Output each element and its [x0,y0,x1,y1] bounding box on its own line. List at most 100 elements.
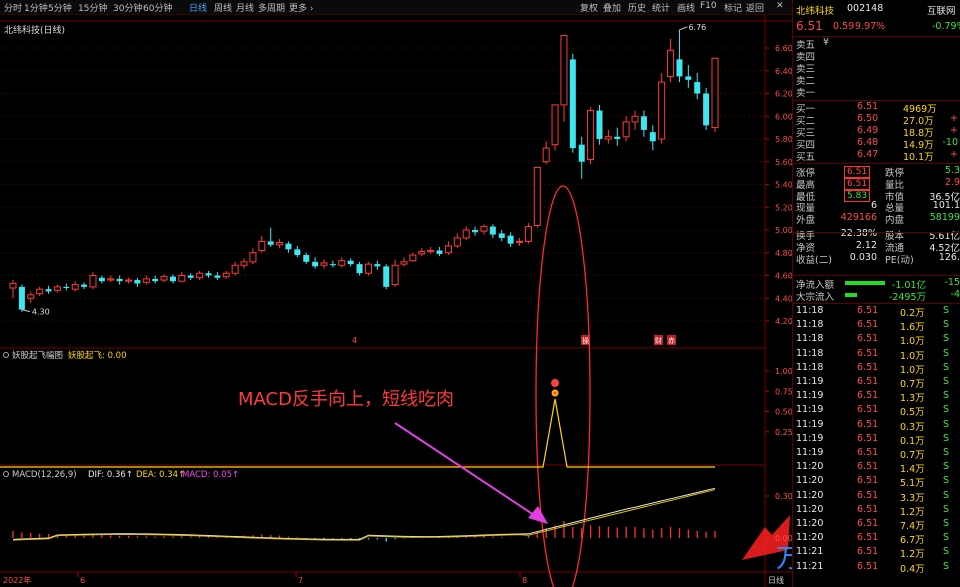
candle-body [480,226,488,232]
flow-tail: -15 [944,277,960,288]
tick-time: 11:19 [796,376,824,387]
tick-price: 6.51 [857,390,879,402]
stat-value-box: 5.83 [844,189,871,202]
period-tab-1[interactable]: 1分钟 [24,1,48,14]
toolbar-button-6[interactable]: 标记 [724,1,742,14]
bid-price: 6.48 [857,137,879,148]
candle-body [622,121,630,138]
candle-body [489,226,496,235]
toolbar-button-7[interactable]: 返回 [746,1,764,14]
tick-price: 6.51 [857,475,879,487]
indicator-tick-label: 0.25 [775,428,792,437]
period-tab-10[interactable]: 更多 › [289,1,313,14]
candle-body [258,240,266,251]
bid-change: + [950,125,958,136]
tick-time: 11:19 [796,418,824,430]
signal-icon [553,391,557,395]
period-tab-4[interactable]: 30分钟 [113,1,142,14]
candle-body [364,263,372,274]
candle-body [89,275,97,288]
candle-body [649,132,656,142]
period-tab-3[interactable]: 15分钟 [78,1,107,14]
macd-dif-line [12,487,716,540]
tick-time: 11:18 [796,305,824,316]
tick-side: S [943,432,950,444]
stat-value: 2.9 [944,176,960,188]
candle-body [36,288,44,295]
toolbar-button-0[interactable]: 复权 [580,1,598,14]
tick-price: 6.51 [857,404,879,416]
candle-body [214,275,221,278]
candle-body [18,286,25,310]
bid-change: + [950,113,958,124]
toolbar-button-4[interactable]: 画线 [677,1,695,14]
period-tab-9[interactable]: 多周期 [258,1,285,14]
settings-icon [3,352,9,358]
period-tab-2[interactable]: 5分钟 [48,1,72,14]
tick-volume: 6.7万 [900,535,925,547]
tick-side: S [943,475,950,487]
tick-volume: 0.1万 [900,435,925,447]
candle-body [240,261,248,266]
candle-body [667,49,675,77]
stat-label: 收益(二) [796,254,832,266]
tick-side: S [943,418,950,430]
indicator-tick-label: 0.50 [775,408,792,417]
period-tab-6[interactable]: 日线 [189,1,207,14]
candle-body [453,237,461,247]
candle-body [338,260,346,266]
candle-body [427,249,435,253]
tick-price: 6.51 [857,518,879,529]
stat-value: 22.38% [840,228,877,239]
tick-volume: 1.2万 [900,549,925,561]
annotation-arrow-head [528,506,548,524]
flow-bar [845,281,885,285]
tick-volume: 5.1万 [900,478,925,490]
candle-body [703,93,710,126]
x-axis-label: 2022年 [3,575,31,585]
tick-volume: 0.2万 [900,308,925,319]
price-tick-label: 5.20 [775,203,792,212]
period-tab-8[interactable]: 月线 [236,1,254,14]
watermark-text: 万股网 [776,544,792,574]
toolbar-button-2[interactable]: 历史 [628,1,646,14]
tick-side: S [943,518,950,529]
tick-time: 11:20 [796,503,824,515]
tick-time: 11:18 [796,319,824,331]
tick-volume: 1.0万 [900,364,925,376]
tick-volume: 1.4万 [900,464,925,476]
tick-time: 11:21 [796,546,824,558]
tick-price: 6.51 [857,376,879,387]
kline-chart[interactable]: 6.60 6.40 6.20 6.00 5.80 5.60 5.40 5.20 5.00 4.80… [0,15,792,587]
toolbar-button-1[interactable]: 叠加 [603,1,621,14]
toolbar-button-3[interactable]: 统计 [652,1,670,14]
price-tick-label: 4.40 [775,294,792,303]
panel-divider [793,36,960,37]
tick-volume: 0.7万 [900,379,925,390]
price-tick-label: 5.80 [775,135,792,144]
tick-time: 11:18 [796,333,824,345]
period-tab-7[interactable]: 周线 [214,1,232,14]
candle-body [187,275,194,278]
x-axis-label: 6 [80,576,85,585]
low-marker-line [21,309,31,313]
tick-volume: 0.7万 [900,450,925,461]
stock-name: 北纬科技 [796,6,835,17]
close-icon[interactable]: ✕ [776,1,784,11]
price-tick-label: 5.60 [775,158,792,167]
price-pct: 9.97% [855,21,886,32]
bid-change: + [950,149,958,160]
candle-body [418,251,426,255]
toolbar-button-5[interactable]: F10 [700,1,717,11]
event-mark: 操 [582,336,589,345]
stat-value: 58199 [929,212,960,224]
price-tick-label: 6.60 [775,44,792,53]
candle-body [676,59,683,77]
candle-body [347,260,354,265]
stat-value-box: 6.51 [844,177,871,190]
period-tab-0[interactable]: 分时 [4,1,22,14]
period-tab-5[interactable]: 60分钟 [143,1,172,14]
price-tick-label: 4.20 [775,317,792,326]
yen-icon: ¥ [823,37,830,48]
tick-price: 6.51 [857,432,879,444]
